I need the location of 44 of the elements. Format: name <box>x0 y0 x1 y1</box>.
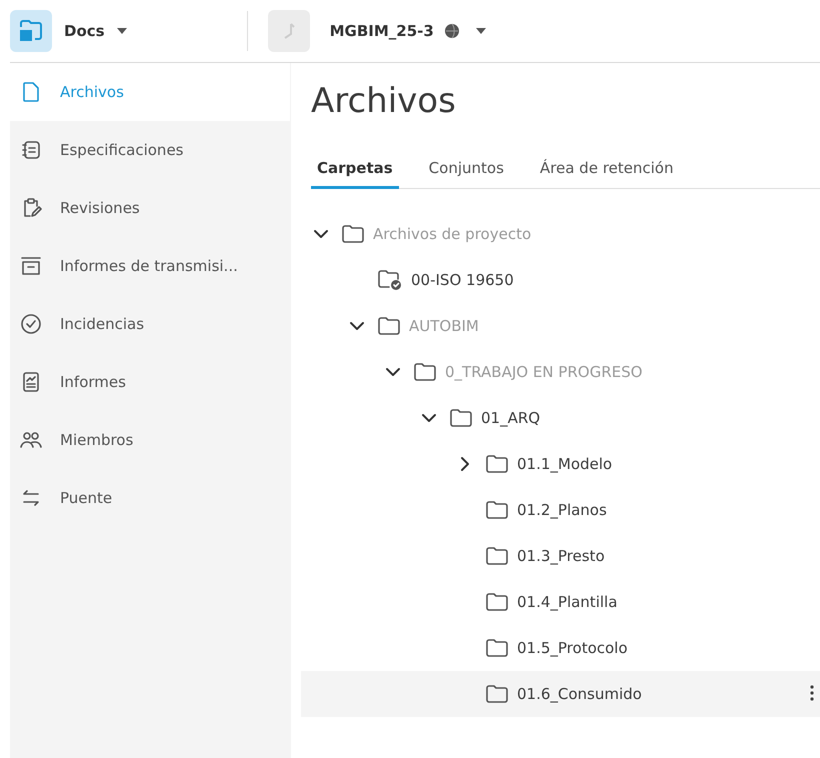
file-icon <box>20 81 42 103</box>
sidebar-item[interactable]: Incidencias <box>10 295 290 353</box>
folder-icon <box>485 592 509 612</box>
check-circle-icon <box>20 313 42 335</box>
report-icon <box>20 371 42 393</box>
project-thumbnail <box>268 10 310 52</box>
tab[interactable]: Conjuntos <box>422 159 510 189</box>
tree-row[interactable]: 01.6_Consumido <box>301 671 820 717</box>
folder-name[interactable]: 00-ISO 19650 <box>411 271 514 289</box>
folder-name[interactable]: 01.1_Modelo <box>517 455 612 473</box>
people-icon <box>20 429 42 451</box>
tab[interactable]: Área de retención <box>534 159 680 189</box>
folder-icon <box>485 454 509 474</box>
sidebar-item[interactable]: Revisiones <box>10 179 290 237</box>
sidebar-item[interactable]: Informes <box>10 353 290 411</box>
folder-name[interactable]: 01.6_Consumido <box>517 685 642 703</box>
caret-icon <box>116 28 127 34</box>
sidebar-item[interactable]: Informes de transmisi... <box>10 237 290 295</box>
folder-icon <box>341 224 365 244</box>
folder-icon <box>449 408 473 428</box>
folder-icon <box>485 500 509 520</box>
folder-icon <box>413 362 437 382</box>
folder-icon <box>485 638 509 658</box>
sidebar-item[interactable]: Puente <box>10 469 290 527</box>
sidebar-item[interactable]: Miembros <box>10 411 290 469</box>
shared-folder-icon <box>377 269 403 291</box>
archive-icon <box>20 255 42 277</box>
tab[interactable]: Carpetas <box>311 159 399 189</box>
folder-name[interactable]: 01_ARQ <box>481 409 540 427</box>
sidebar-item[interactable]: Especificaciones <box>10 121 290 179</box>
folder-name[interactable]: 01.3_Presto <box>517 547 605 565</box>
folder-name[interactable]: 01.4_Plantilla <box>517 593 618 611</box>
list-icon <box>20 139 42 161</box>
folder-icon <box>485 684 509 704</box>
folder-icon <box>377 316 401 336</box>
app-icon[interactable] <box>10 10 52 52</box>
folder-icon <box>485 546 509 566</box>
caret-icon <box>476 28 486 34</box>
folder-name[interactable]: 01.2_Planos <box>517 501 607 519</box>
folder-name[interactable]: 01.5_Protocolo <box>517 639 628 657</box>
page-title: Archivos <box>311 81 457 121</box>
app-switcher[interactable]: Docs <box>64 22 127 40</box>
project-selector[interactable]: MGBIM_25-3 <box>330 22 486 40</box>
globe-icon <box>444 23 460 39</box>
